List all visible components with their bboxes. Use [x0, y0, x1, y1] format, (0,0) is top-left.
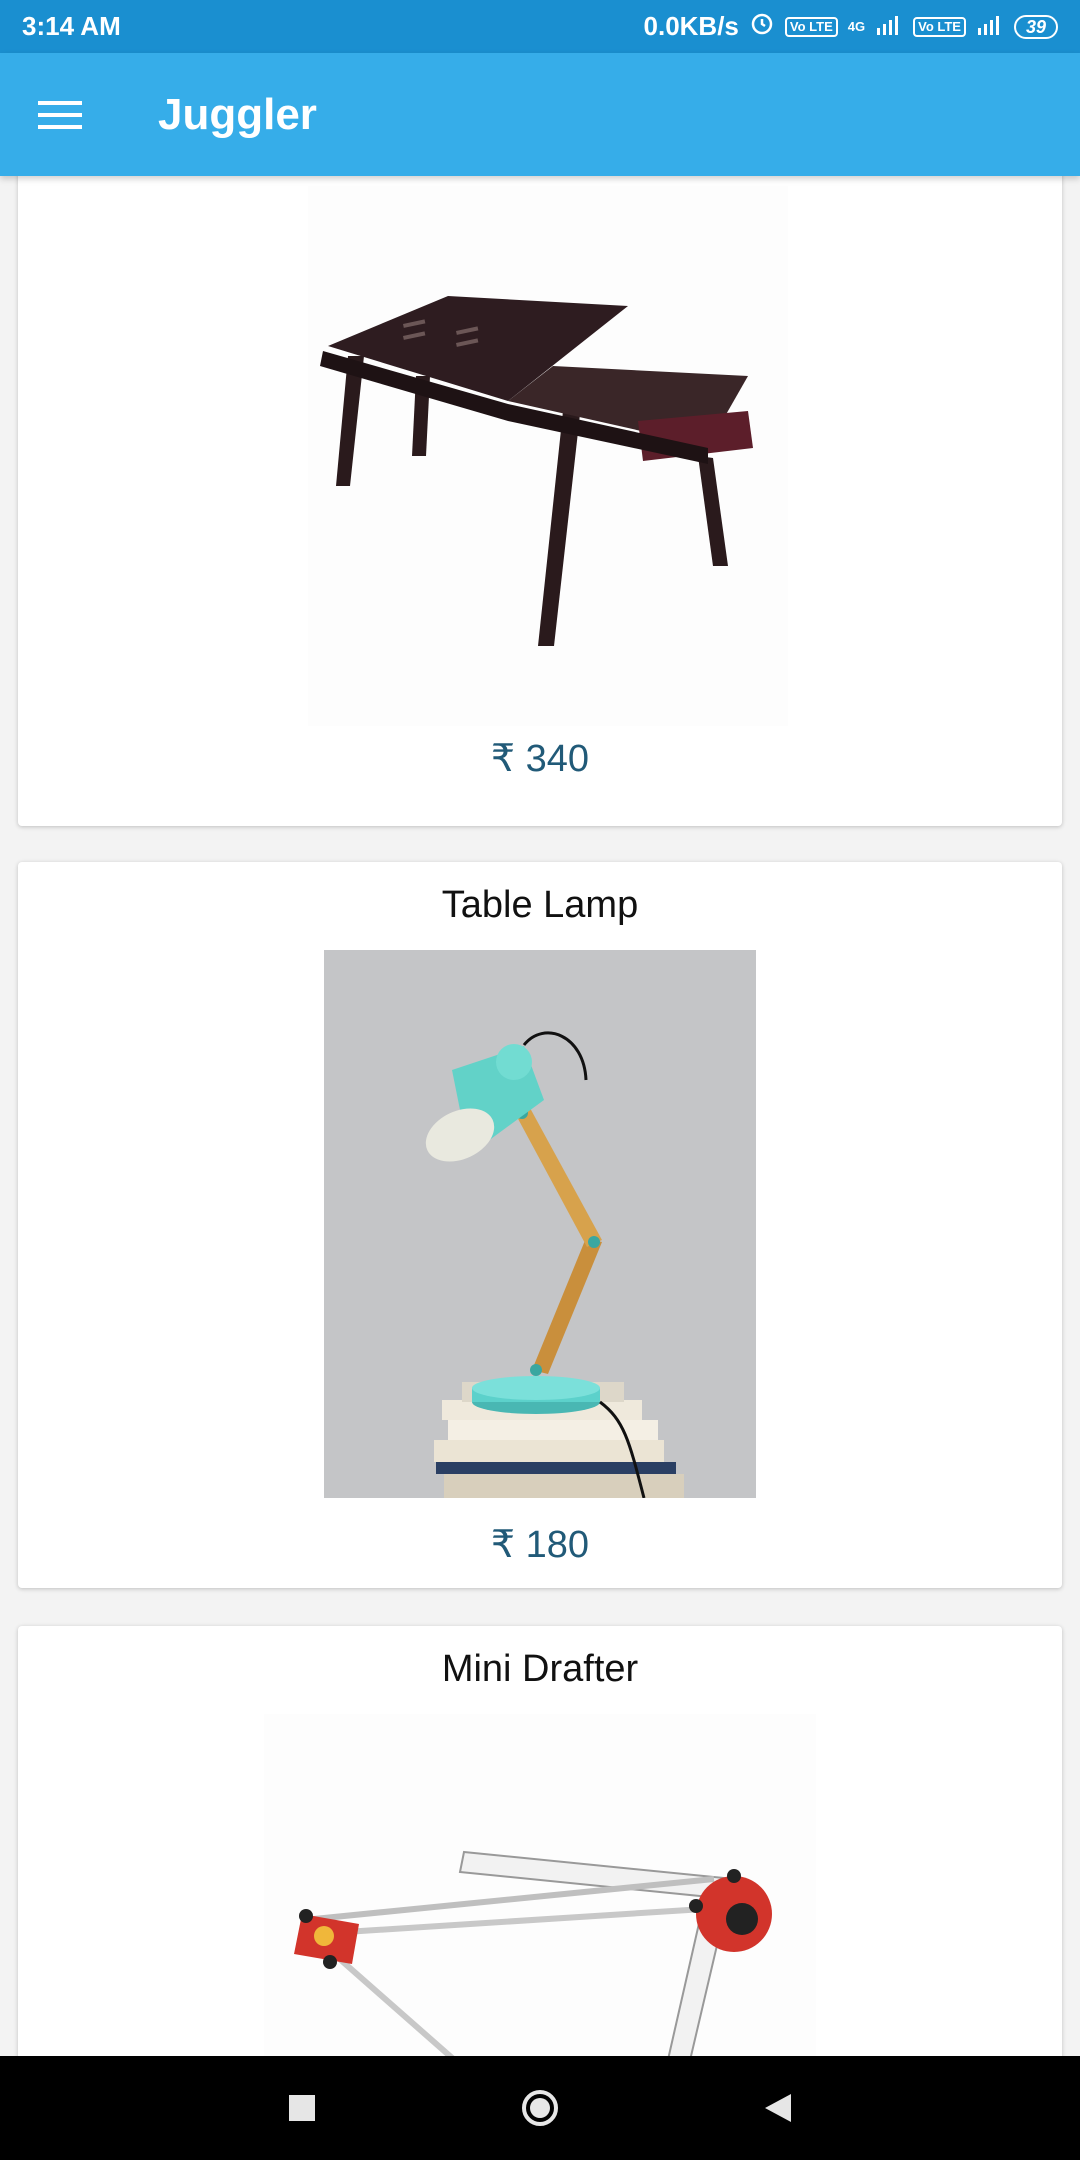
home-button[interactable] — [515, 2083, 565, 2133]
status-time: 3:14 AM — [22, 11, 121, 41]
back-button[interactable] — [753, 2083, 803, 2133]
status-icons: 0.0KB/s Vo LTE 4G Vo LTE 39 — [644, 10, 1058, 43]
square-recents-icon — [289, 2095, 315, 2121]
system-nav-bar — [0, 2056, 1080, 2160]
hamburger-menu-icon — [38, 100, 82, 129]
product-image-table-lamp — [324, 950, 756, 1499]
product-image-mini-drafter — [264, 1714, 816, 2056]
network-speed: 0.0KB/s — [643, 11, 739, 41]
product-list[interactable]: ₹ 340 Table Lamp ₹ 180 Mini Drafter — [0, 176, 1080, 2056]
app-bar: Juggler — [0, 53, 1080, 176]
menu-button[interactable] — [30, 85, 90, 145]
triangle-back-icon — [765, 2094, 791, 2122]
signal-icon — [875, 11, 903, 42]
app-title: Juggler — [158, 89, 317, 139]
product-price: ₹ 340 — [490, 738, 590, 780]
product-price: ₹ 180 — [490, 1524, 590, 1566]
volte-badge: Vo LTE — [784, 16, 838, 37]
status-bar: 3:14 AM 0.0KB/s Vo LTE 4G Vo LTE 39 — [0, 0, 1080, 53]
product-card[interactable]: ₹ 340 — [18, 176, 1062, 826]
battery-indicator: 39 — [1013, 14, 1058, 39]
product-card[interactable]: Table Lamp ₹ 180 — [18, 862, 1062, 1588]
alarm-icon — [749, 10, 775, 43]
network-type: 4G — [847, 19, 866, 34]
circle-home-icon — [522, 2090, 558, 2126]
recents-button[interactable] — [277, 2083, 327, 2133]
product-image-laptop-table — [308, 186, 788, 726]
signal-icon-2 — [976, 11, 1004, 42]
volte-badge-2: Vo LTE — [913, 16, 966, 37]
product-name: Table Lamp — [441, 884, 639, 926]
product-card[interactable]: Mini Drafter — [18, 1626, 1062, 2056]
product-name: Mini Drafter — [441, 1648, 639, 1690]
